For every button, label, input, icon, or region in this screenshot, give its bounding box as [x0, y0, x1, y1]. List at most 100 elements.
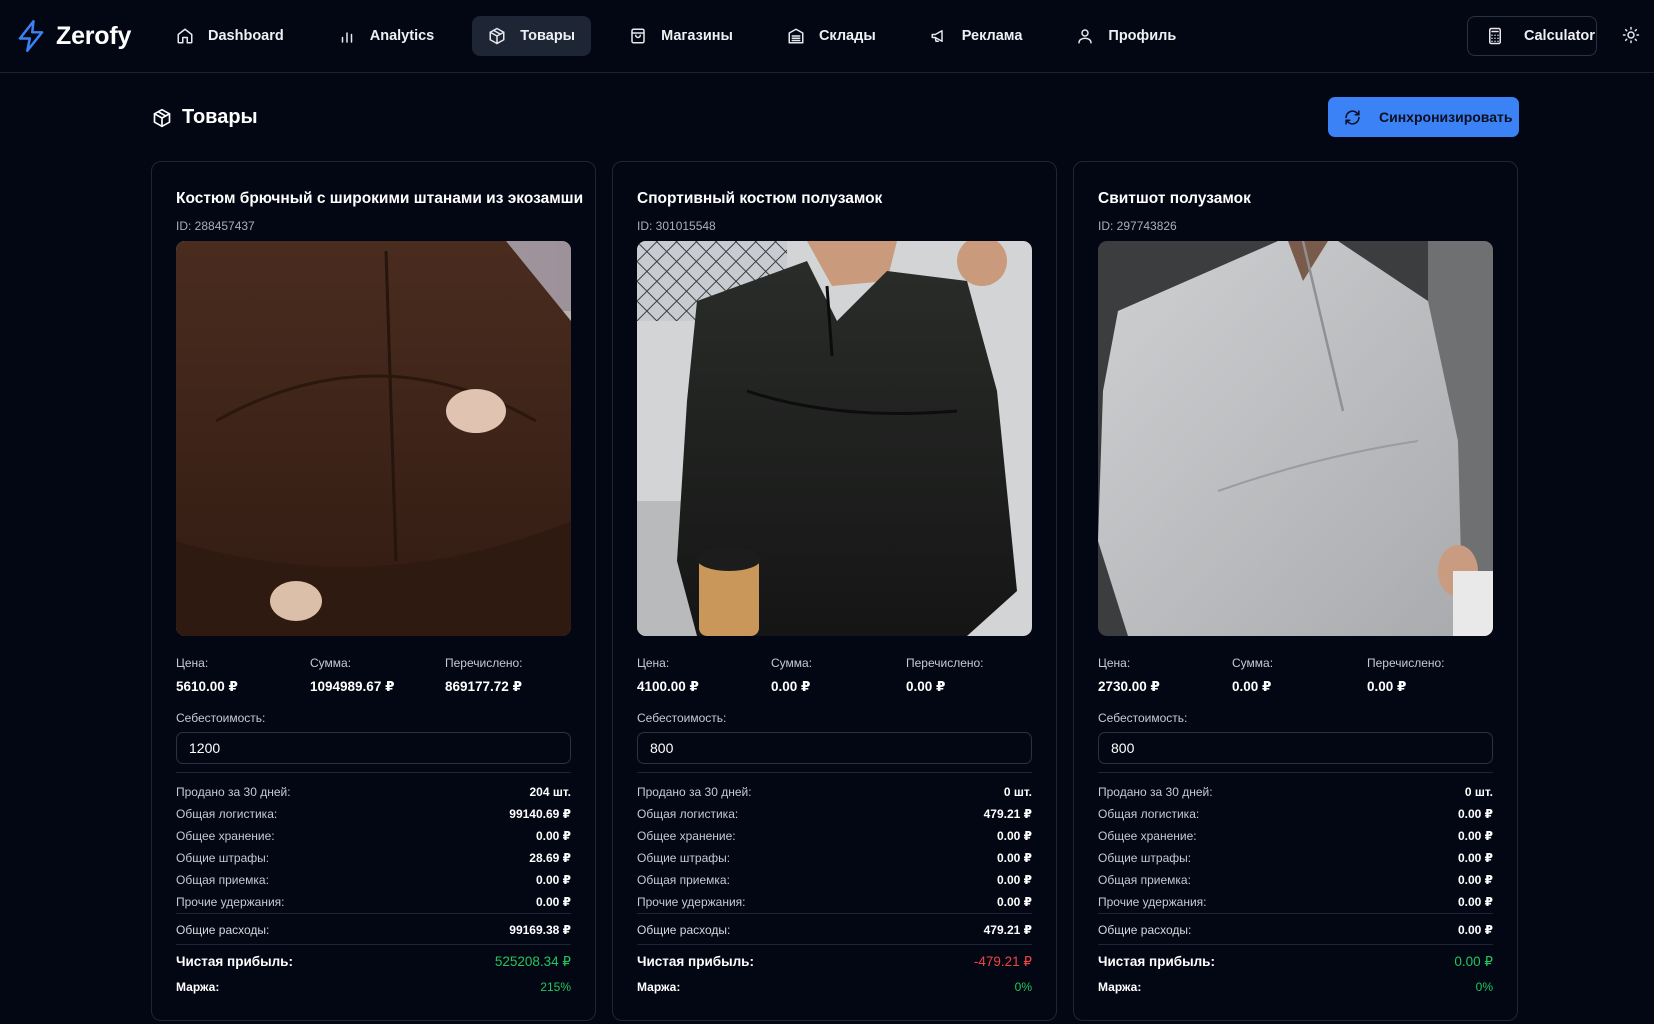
divider — [637, 772, 1032, 773]
cost-input[interactable] — [1098, 732, 1493, 764]
nav-item-warehouses[interactable]: Склады — [771, 16, 892, 56]
expense-rows: Продано за 30 дней: 0 шт. Общая логистика… — [637, 781, 1032, 913]
row-label: Общая логистика: — [1098, 807, 1200, 821]
price-label: Цена: — [176, 656, 209, 670]
row-label: Общие расходы: — [176, 923, 270, 937]
row-value: 0.00 ₽ — [996, 851, 1032, 865]
nav-item-profile[interactable]: Профиль — [1060, 16, 1192, 56]
row-value: 0 шт. — [1003, 785, 1032, 799]
product-id: ID: 301015548 — [637, 219, 716, 233]
row-label: Общие расходы: — [1098, 923, 1192, 937]
row-label: Общая приемка: — [637, 873, 730, 887]
storage-row: Общее хранение: 0.00 ₽ — [176, 825, 571, 847]
app-name: Zerofy — [56, 21, 132, 50]
sum-label: Сумма: — [310, 656, 352, 670]
nav-item-products[interactable]: Товары — [472, 16, 592, 56]
sum-label: Сумма: — [1232, 656, 1274, 670]
sync-button[interactable]: Синхронизировать — [1328, 97, 1519, 137]
nav-item-label: Профиль — [1108, 28, 1177, 44]
row-value: 0.00 ₽ — [1457, 851, 1493, 865]
row-label: Общая приемка: — [176, 873, 269, 887]
bar-chart-icon — [341, 32, 352, 43]
package-icon — [153, 108, 171, 127]
row-label: Общая логистика: — [637, 807, 739, 821]
cost-input[interactable] — [637, 732, 1032, 764]
net-profit-row: Чистая прибыль: 0.00 ₽ — [1098, 954, 1493, 970]
sum-stat: Сумма: 0.00 ₽ — [1232, 656, 1273, 695]
lightning-bolt-icon — [18, 20, 44, 52]
row-label: Продано за 30 дней: — [637, 785, 752, 799]
row-value: 0.00 ₽ — [1457, 829, 1493, 843]
acceptance-row: Общая приемка: 0.00 ₽ — [637, 869, 1032, 891]
row-label: Прочие удержания: — [176, 895, 285, 909]
nav-item-label: Склады — [818, 28, 876, 44]
row-value: 0.00 ₽ — [535, 829, 571, 843]
transferred-label: Перечислено: — [445, 656, 523, 670]
product-title: Спортивный костюм полузамок — [637, 190, 883, 207]
price-stat: Цена: 4100.00 ₽ — [637, 656, 699, 695]
warehouse-icon — [788, 28, 804, 44]
row-label: Чистая прибыль: — [1098, 954, 1215, 969]
transferred-value: 0.00 ₽ — [906, 679, 946, 694]
divider — [176, 944, 571, 945]
sold-30-row: Продано за 30 дней: 0 шт. — [1098, 781, 1493, 803]
divider — [176, 913, 571, 914]
margin-row: Маржа: 0% — [1098, 980, 1493, 994]
divider — [1098, 913, 1493, 914]
top-navigation-bar: Zerofy Dashboard Analytics Товары Магази… — [0, 0, 1654, 73]
price-value: 5610.00 ₽ — [176, 679, 238, 694]
nav-item-ads[interactable]: Реклама — [914, 16, 1039, 56]
calculator-button[interactable]: Calculator — [1467, 16, 1597, 56]
divider — [1098, 944, 1493, 945]
row-value: 0.00 ₽ — [1457, 873, 1493, 887]
cost-input[interactable] — [176, 732, 571, 764]
other-row: Прочие удержания: 0.00 ₽ — [176, 891, 571, 913]
transferred-label: Перечислено: — [906, 656, 984, 670]
price-stat: Цена: 5610.00 ₽ — [176, 656, 238, 695]
price-label: Цена: — [637, 656, 670, 670]
row-label: Общая логистика: — [176, 807, 278, 821]
nav-item-analytics[interactable]: Analytics — [322, 16, 450, 56]
net-profit-row: Чистая прибыль: -479.21 ₽ — [637, 954, 1032, 970]
transferred-stat: Перечислено: 0.00 ₽ — [1367, 656, 1445, 695]
row-label: Продано за 30 дней: — [1098, 785, 1213, 799]
logistics-row: Общая логистика: 99140.69 ₽ — [176, 803, 571, 825]
expense-rows: Продано за 30 дней: 0 шт. Общая логистика… — [1098, 781, 1493, 913]
cost-label: Себестоимость: — [1098, 711, 1188, 725]
product-title: Костюм брючный с широкими штанами из эко… — [176, 190, 584, 207]
nav-item-label: Товары — [520, 28, 576, 44]
total-expenses-row: Общие расходы: 479.21 ₽ — [637, 923, 1032, 937]
megaphone-icon — [931, 30, 943, 42]
main-nav: Dashboard Analytics Товары Магазины Скла… — [160, 16, 1214, 56]
row-value: 0.00 ₽ — [535, 873, 571, 887]
sales-stats: Цена: 4100.00 ₽ Сумма: 0.00 ₽ Перечислен… — [637, 656, 1037, 700]
product-id: ID: 297743826 — [1098, 219, 1177, 233]
product-id: ID: 288457437 — [176, 219, 255, 233]
sold-30-row: Продано за 30 дней: 0 шт. — [637, 781, 1032, 803]
product-image — [637, 241, 1032, 636]
row-value: 479.21 ₽ — [983, 923, 1032, 937]
brown-suit-photo — [176, 241, 571, 636]
product-image — [176, 241, 571, 636]
sum-label: Сумма: — [771, 656, 813, 670]
row-label: Общие штрафы: — [1098, 851, 1192, 865]
transferred-stat: Перечислено: 0.00 ₽ — [906, 656, 984, 695]
cost-label: Себестоимость: — [637, 711, 727, 725]
sold-30-row: Продано за 30 дней: 204 шт. — [176, 781, 571, 803]
row-label: Маржа: — [637, 980, 681, 994]
nav-item-dashboard[interactable]: Dashboard — [160, 16, 300, 56]
row-label: Общее хранение: — [637, 829, 736, 843]
app-logo[interactable]: Zerofy — [16, 18, 131, 54]
net-profit-value: 0.00 ₽ — [1454, 954, 1493, 969]
theme-toggle-button[interactable] — [1622, 26, 1642, 46]
sun-icon — [1622, 26, 1640, 44]
nav-item-shops[interactable]: Магазины — [613, 16, 749, 56]
total-expenses-row: Общие расходы: 99169.38 ₽ — [176, 923, 571, 937]
row-value: 99140.69 ₽ — [509, 807, 571, 821]
row-label: Чистая прибыль: — [176, 954, 293, 969]
price-value: 4100.00 ₽ — [637, 679, 699, 694]
divider — [176, 772, 571, 773]
expense-rows: Продано за 30 дней: 204 шт. Общая логисти… — [176, 781, 571, 913]
product-card: Спортивный костюм полузамок ID: 30101554… — [612, 161, 1057, 1021]
product-card: Свитшот полузамок ID: 297743826 Цена: 27… — [1073, 161, 1518, 1021]
